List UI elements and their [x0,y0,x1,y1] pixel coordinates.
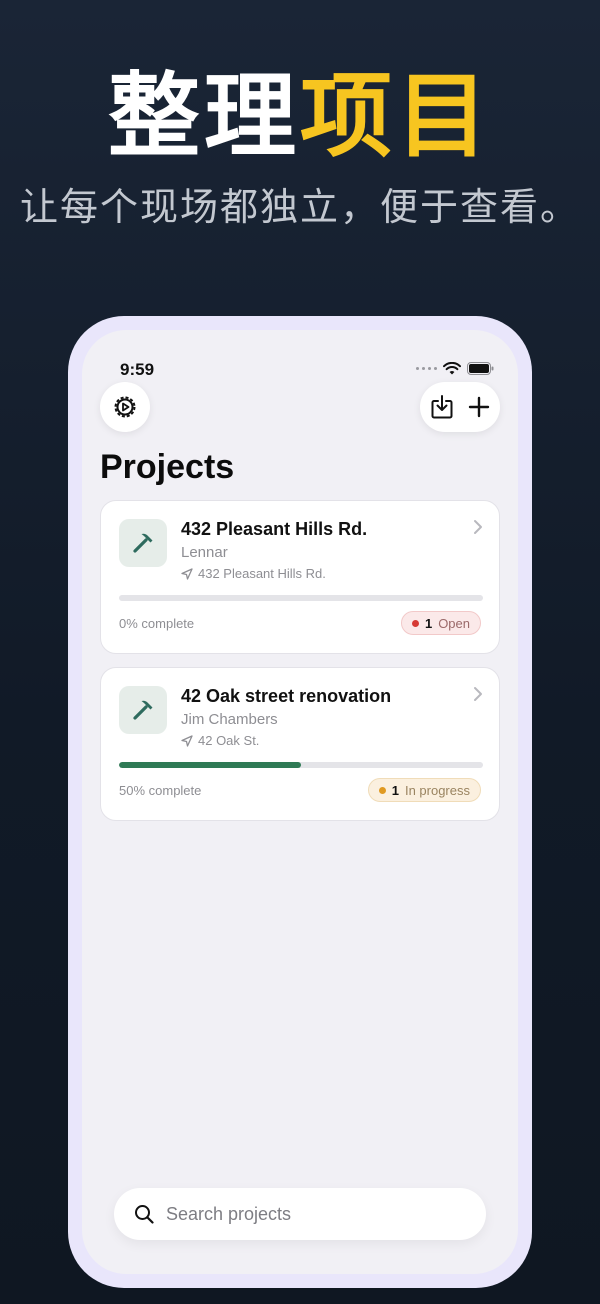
chevron-right-icon [474,520,482,534]
project-title: 432 Pleasant Hills Rd. [181,519,368,539]
progress-label: 50% complete [119,783,202,798]
project-address: 42 Oak St. [181,733,259,748]
search-input[interactable] [166,1203,466,1225]
phone-frame: 9:59 Projects 432 Pleasant Hills Rd. Len… [68,316,532,1288]
hero-title-yellow: 项目 [300,63,493,170]
progress-label: 0% complete [119,616,195,631]
project-title: 42 Oak street renovation [181,686,392,706]
search-bar[interactable] [114,1188,486,1240]
progress-bar [119,762,483,768]
wifi-icon [443,362,461,375]
status-dot [411,619,419,627]
project-tile [119,519,167,567]
hammer-icon [133,700,153,720]
project-tile [119,686,167,734]
app-screen: 9:59 Projects 432 Pleasant Hills Rd. Len… [82,330,518,1274]
badge-count: 1 [424,615,433,631]
project-card[interactable]: 432 Pleasant Hills Rd. Lennar 432 Pleasa… [100,500,500,654]
settings-button[interactable] [100,382,150,432]
import-icon[interactable] [430,394,454,420]
chevron-right-icon [474,687,482,701]
hero-title-white: 整理 [107,63,300,170]
battery-icon [467,362,494,375]
signal-dots-icon [416,367,437,370]
progress-bar [119,595,483,601]
status-badge: 1 In progress [367,778,481,802]
settings-gear-icon [114,396,136,418]
page-title: Projects [100,448,235,486]
location-arrow-icon [181,734,193,747]
project-address-text: 432 Pleasant Hills Rd. [198,566,326,581]
project-client: Jim Chambers [181,711,278,728]
hero-title: 整理项目 [0,62,600,172]
progress-fill [119,762,301,768]
project-client: Lennar [181,544,228,561]
status-dot [378,786,386,794]
location-arrow-icon [181,567,193,580]
header-actions [420,382,500,432]
hero-subtitle: 让每个现场都独立，便于查看。 [19,185,580,229]
status-icons [416,362,494,375]
status-time: 9:59 [120,360,155,379]
badge-label: In progress [404,782,470,798]
hammer-icon [133,533,153,553]
plus-icon[interactable] [468,396,490,418]
project-address-text: 42 Oak St. [198,733,260,748]
project-address: 432 Pleasant Hills Rd. [181,566,326,581]
search-icon [135,1205,154,1224]
project-card[interactable]: 42 Oak street renovation Jim Chambers 42… [100,667,500,821]
badge-label: Open [438,615,470,631]
status-badge: 1 Open [400,611,481,635]
badge-count: 1 [391,782,399,798]
